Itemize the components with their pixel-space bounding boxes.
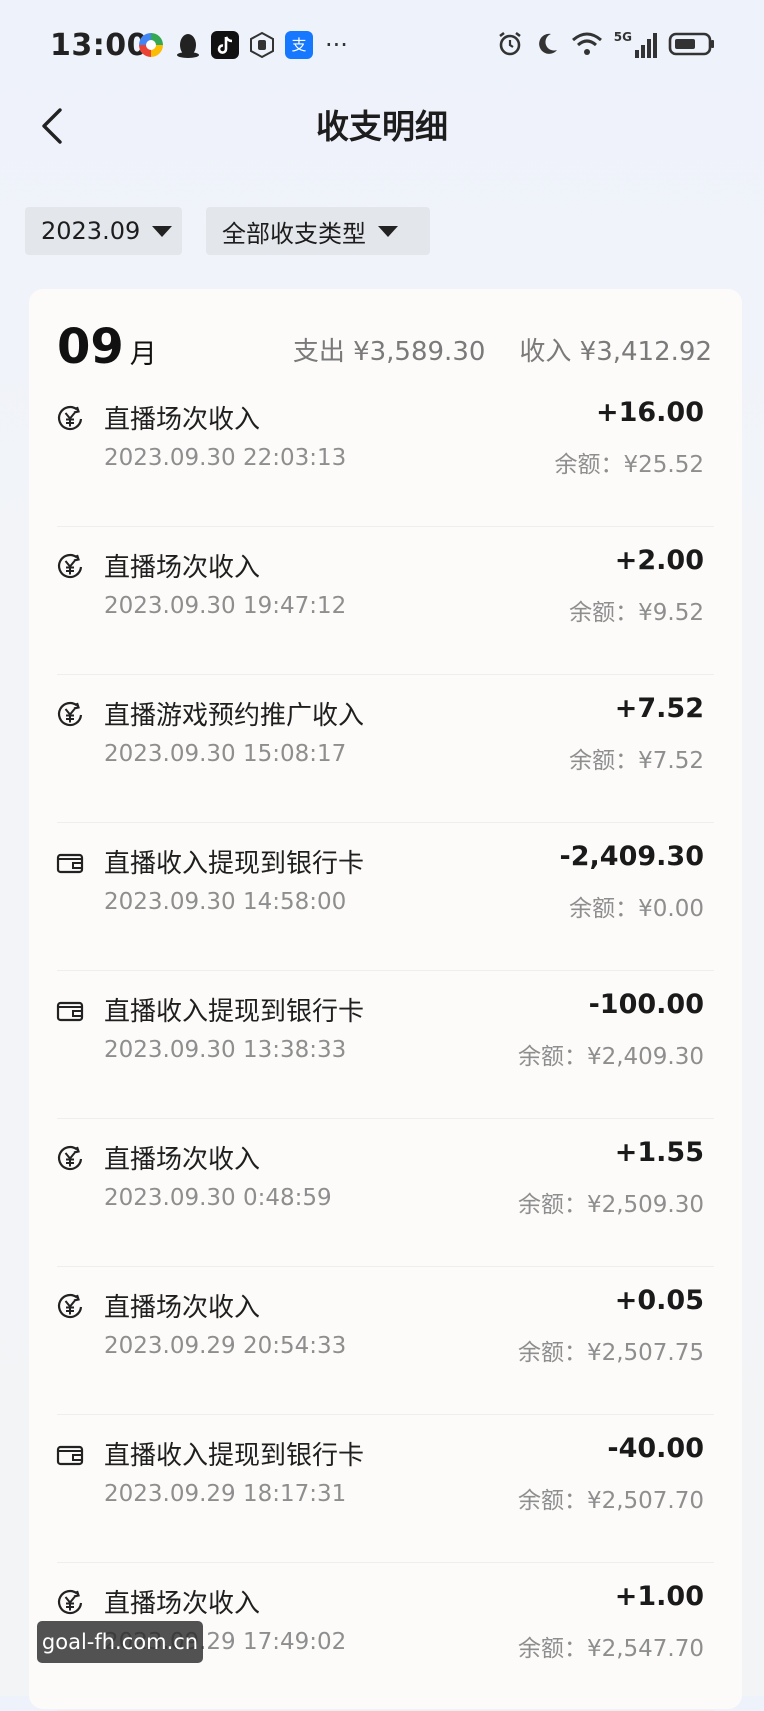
alarm-icon <box>499 31 521 56</box>
transaction-time: 2023.09.30 14:58:00 <box>104 889 347 915</box>
transactions-card: 09 月 支出 ¥3,589.30 收入 ¥3,412.92 直播场次收入 +16… <box>29 289 742 1711</box>
caret-down-icon <box>152 225 173 237</box>
month-unit: 月 <box>129 339 157 370</box>
transaction-amount: +1.55 <box>614 1137 704 1168</box>
wallet-icon <box>55 848 85 878</box>
transaction-row[interactable]: 直播场次收入 +16.00 2023.09.30 22:03:13 余额：¥25.52 <box>29 379 742 527</box>
transaction-amount: +16.00 <box>595 397 704 428</box>
transaction-list: 直播场次收入 +16.00 2023.09.30 22:03:13 余额：¥25.52… <box>29 379 742 1711</box>
status-time: 13:00 <box>50 28 148 63</box>
transaction-balance: 余额：¥0.00 <box>569 896 704 922</box>
wallet-icon <box>55 1440 85 1470</box>
wallet-icon <box>55 996 85 1026</box>
transaction-name: 直播场次收入 <box>104 1145 261 1175</box>
transaction-balance: 余额：¥2,509.30 <box>517 1192 704 1218</box>
tiktok-icon <box>211 31 239 59</box>
yuan-income-icon <box>55 552 85 582</box>
transaction-name: 直播游戏预约推广收入 <box>104 701 365 731</box>
transaction-amount: +1.00 <box>614 1581 704 1612</box>
type-filter-dropdown[interactable]: 全部收支类型 <box>206 207 430 255</box>
month-heading: 09 月 <box>57 319 157 375</box>
transaction-row[interactable]: 直播游戏预约推广收入 +7.52 2023.09.30 15:08:17 余额：¥7.… <box>29 675 742 823</box>
transaction-time: 2023.09.30 13:38:33 <box>104 1037 347 1063</box>
network-type: 5G <box>613 30 632 44</box>
caret-down-icon <box>378 225 398 237</box>
yuan-income-icon <box>55 404 85 434</box>
month-summary: 支出 ¥3,589.30 收入 ¥3,412.92 <box>293 331 712 368</box>
wifi-icon <box>571 32 602 55</box>
transaction-time: 2023.09.29 20:54:33 <box>104 1333 347 1359</box>
month-number: 09 <box>57 319 124 375</box>
qq-penguin-icon <box>177 34 199 58</box>
type-filter-label: 全部收支类型 <box>222 219 366 248</box>
transaction-name: 直播收入提现到银行卡 <box>104 1441 365 1471</box>
transaction-amount: -2,409.30 <box>559 841 704 872</box>
transaction-balance: 余额：¥7.52 <box>569 748 704 774</box>
transaction-balance: 余额：¥9.52 <box>569 600 704 626</box>
yuan-income-icon <box>55 1144 85 1174</box>
hand-badge-icon <box>250 31 274 59</box>
signal-5g-icon: 5G <box>614 30 658 58</box>
color-app-icon <box>139 33 163 57</box>
transaction-row[interactable]: 直播场次收入 +2.00 2023.09.30 19:47:12 余额：¥9.52 <box>29 527 742 675</box>
income-total: 收入 ¥3,412.92 <box>519 337 712 367</box>
expense-total: 支出 ¥3,589.30 <box>292 337 486 367</box>
more-notifications-icon: ··· <box>325 31 348 59</box>
transaction-time: 2023.09.30 22:03:13 <box>104 445 347 471</box>
yuan-income-icon <box>55 1292 85 1322</box>
transaction-row[interactable]: 直播收入提现到银行卡 -2,409.30 2023.09.30 14:58:00 余额… <box>29 823 742 971</box>
month-filter-label: 2023.09 <box>41 217 141 245</box>
transaction-name: 直播场次收入 <box>104 405 261 435</box>
status-bar: 13:00 支 ··· 5G <box>0 0 764 94</box>
transaction-name: 直播场次收入 <box>104 1293 261 1323</box>
moon-icon <box>538 33 557 54</box>
transaction-amount: -40.00 <box>607 1433 704 1464</box>
transaction-row[interactable]: 直播场次收入 +0.05 2023.09.29 20:54:33 余额：¥2,507.… <box>29 1267 742 1415</box>
transaction-time: 2023.09.30 0:48:59 <box>104 1185 332 1211</box>
transaction-balance: 余额：¥2,507.75 <box>517 1340 704 1366</box>
transaction-row[interactable]: 直播收入提现到银行卡 -40.00 2023.09.29 18:17:31 余额：¥2… <box>29 1415 742 1563</box>
transaction-name: 直播场次收入 <box>104 1589 261 1619</box>
transaction-row[interactable]: 直播场次收入 +1.55 2023.09.30 0:48:59 余额：¥2,509.3… <box>29 1119 742 1267</box>
yuan-income-icon <box>55 1588 85 1618</box>
yuan-income-icon <box>55 700 85 730</box>
transaction-amount: +7.52 <box>614 693 704 724</box>
transaction-row[interactable]: 直播收入提现到银行卡 -100.00 2023.09.30 13:38:33 余额：¥… <box>29 971 742 1119</box>
transaction-balance: 余额：¥2,409.30 <box>517 1044 704 1070</box>
transaction-time: 2023.09.29 18:17:31 <box>104 1481 347 1507</box>
transaction-balance: 余额：¥2,507.70 <box>517 1488 704 1514</box>
transaction-name: 直播收入提现到银行卡 <box>104 849 365 879</box>
transaction-time: 2023.09.30 19:47:12 <box>104 593 347 619</box>
alipay-icon: 支 <box>285 31 313 59</box>
transaction-time: 2023.09.30 15:08:17 <box>104 741 347 767</box>
transaction-amount: +2.00 <box>614 545 704 576</box>
transaction-balance: 余额：¥2,547.70 <box>517 1636 704 1662</box>
transaction-name: 直播场次收入 <box>104 553 261 583</box>
battery-icon <box>668 32 714 56</box>
notification-icons: 支 ··· <box>137 31 348 59</box>
svg-text:支: 支 <box>291 36 306 54</box>
transaction-amount: -100.00 <box>588 989 704 1020</box>
watermark: goal-fh.com.cn <box>37 1621 203 1663</box>
month-filter-dropdown[interactable]: 2023.09 <box>25 207 182 255</box>
transaction-name: 直播收入提现到银行卡 <box>104 997 365 1027</box>
transaction-amount: +0.05 <box>614 1285 704 1316</box>
system-icons: 5G <box>496 30 716 58</box>
transaction-balance: 余额：¥25.52 <box>554 452 704 478</box>
page-title: 收支明细 <box>316 107 448 146</box>
